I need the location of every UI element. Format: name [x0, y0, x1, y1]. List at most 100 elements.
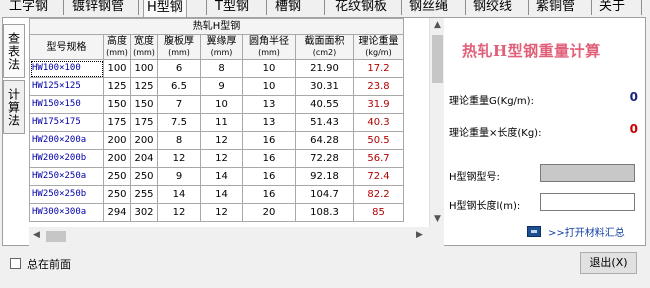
tab-checker-plate[interactable]: 花纹钢板 — [332, 0, 390, 17]
side-tab-table-lookup[interactable]: 查表法 — [3, 24, 25, 78]
cell-model: HW175×175 — [29, 113, 104, 132]
cell-section-area: 104.7 — [295, 185, 354, 204]
cell-model: HW100×100 — [29, 59, 104, 78]
tab-separator — [591, 0, 592, 15]
total-weight-value: 0 — [629, 122, 638, 136]
cell-web-thickness: 14 — [157, 185, 201, 204]
cell-width: 125 — [130, 77, 158, 96]
header-unit: (cm2) — [312, 48, 337, 57]
tab-h-beam[interactable]: H型钢 — [143, 0, 187, 17]
table-row[interactable]: HW175×175 175 175 7.5 11 13 51.43 40.3 — [29, 113, 404, 132]
cell-weight: 31.9 — [353, 95, 404, 114]
h-beam-table: 热轧H型钢 型号规格 高度 (mm) 宽度 (mm) 腹板厚 (mm) 翼缘厚 (mm)… — [29, 18, 404, 222]
cell-height: 175 — [103, 113, 131, 132]
side-tab-calculation[interactable]: 计算法 — [3, 80, 25, 134]
tab-t-beam[interactable]: T型钢 — [212, 0, 252, 17]
total-weight-label: 理论重量×长度(Kg): — [449, 128, 542, 139]
header-flange-thickness[interactable]: 翼缘厚 (mm) — [200, 34, 243, 60]
cell-web-thickness: 6.5 — [157, 77, 201, 96]
header-model[interactable]: 型号规格 — [29, 34, 104, 60]
open-material-summary-link[interactable]: >>打开材料汇总 — [548, 224, 625, 239]
tab-channel-steel[interactable]: 槽钢 — [272, 0, 304, 17]
side-tab-label: 计算法 — [6, 87, 21, 127]
header-height[interactable]: 高度 (mm) — [103, 34, 131, 60]
cell-width: 200 — [130, 131, 158, 150]
header-label: 宽度 — [134, 36, 154, 47]
cell-weight: 72.4 — [353, 167, 404, 186]
scroll-down-icon[interactable]: ▼ — [430, 214, 445, 224]
cell-fillet-radius: 16 — [242, 185, 296, 204]
header-theoretical-weight[interactable]: 理论重量 (kg/m) — [353, 34, 404, 60]
header-label: 翼缘厚 — [206, 36, 237, 47]
length-input[interactable] — [540, 193, 635, 211]
tab-label: 关于 — [599, 0, 626, 14]
table-row[interactable]: HW150×150 150 150 7 10 13 40.55 31.9 — [29, 95, 404, 114]
cell-section-area: 72.28 — [295, 149, 354, 168]
tab-i-beam[interactable]: 工字钢 — [6, 0, 51, 17]
scroll-left-icon[interactable]: ◀ — [29, 230, 44, 240]
tab-about[interactable]: 关于 — [596, 0, 628, 17]
bottom-bar: 总在前面 退出(X) — [0, 246, 650, 288]
cell-model: HW250×250a — [29, 167, 104, 186]
header-unit: (mm) — [133, 48, 155, 57]
table-row[interactable]: HW200×200a 200 200 8 12 16 64.28 50.5 — [29, 131, 404, 150]
tab-wire-rope[interactable]: 钢丝绳 — [406, 0, 451, 17]
cell-fillet-radius: 20 — [242, 203, 296, 222]
cell-flange-thickness: 12 — [200, 149, 243, 168]
table-row[interactable]: HW300×300a 294 302 12 12 20 108.3 85 — [29, 203, 404, 222]
table-header-row: 型号规格 高度 (mm) 宽度 (mm) 腹板厚 (mm) 翼缘厚 (mm) 圆角半径(… — [29, 34, 404, 60]
header-label: 理论重量 — [358, 36, 399, 47]
vertical-scroll-thumb[interactable] — [432, 35, 443, 83]
vertical-scrollbar[interactable]: ▲ ▼ — [429, 18, 444, 227]
tab-galvanized-pipe[interactable]: 镀锌钢管 — [69, 0, 127, 17]
cell-web-thickness: 12 — [157, 203, 201, 222]
header-web-thickness[interactable]: 腹板厚 (mm) — [157, 34, 201, 60]
scroll-right-icon[interactable]: ▶ — [412, 230, 427, 240]
cell-model: HW125×125 — [29, 77, 104, 96]
header-label: 腹板厚 — [164, 36, 194, 47]
report-icon[interactable] — [527, 226, 541, 237]
cell-model: HW200×200b — [29, 149, 104, 168]
tab-label: 紫铜管 — [536, 0, 576, 14]
cell-model: HW300×300a — [29, 203, 104, 222]
always-on-top-label[interactable]: 总在前面 — [27, 256, 71, 272]
cell-flange-thickness: 12 — [200, 203, 243, 222]
horizontal-scroll-thumb[interactable] — [46, 231, 66, 242]
cell-width: 175 — [130, 113, 158, 132]
cell-web-thickness: 6 — [157, 59, 201, 78]
header-section-area[interactable]: 截面面积 (cm2) — [295, 34, 354, 60]
tab-label: 槽钢 — [275, 0, 302, 14]
table-row[interactable]: HW125×125 125 125 6.5 9 10 30.31 23.8 — [29, 77, 404, 96]
h-beam-panel: 查表法 计算法 热轧H型钢 型号规格 高度 (mm) 宽度 (mm) 腹板厚 (mm)… — [2, 17, 646, 246]
header-unit: (mm) — [106, 48, 128, 57]
tab-strand[interactable]: 钢绞线 — [470, 0, 515, 17]
cell-fillet-radius: 10 — [242, 59, 296, 78]
table-row[interactable]: HW250×250a 250 250 9 14 16 92.18 72.4 — [29, 167, 404, 186]
top-tab-strip: 工字钢 镀锌钢管 H型钢 T型钢 槽钢 花纹钢板 钢丝绳 钢绞线 紫铜管 关于 — [0, 0, 650, 17]
tab-copper-pipe[interactable]: 紫铜管 — [533, 0, 578, 17]
weight-per-meter-value: 0 — [629, 90, 638, 104]
tab-separator — [206, 0, 207, 15]
always-on-top-checkbox[interactable] — [10, 258, 21, 269]
tab-separator — [401, 0, 402, 15]
cell-weight: 56.7 — [353, 149, 404, 168]
tab-label: 镀锌钢管 — [72, 0, 125, 14]
cell-flange-thickness: 12 — [200, 131, 243, 150]
table-row[interactable]: HW100×100 100 100 6 8 10 21.90 17.2 — [29, 59, 404, 78]
table-title-row: 热轧H型钢 — [29, 18, 404, 35]
cell-width: 100 — [130, 59, 158, 78]
cell-weight: 40.3 — [353, 113, 404, 132]
exit-button[interactable]: 退出(X) — [580, 252, 637, 274]
cell-flange-thickness: 10 — [200, 95, 243, 114]
cell-flange-thickness: 9 — [200, 77, 243, 96]
cell-section-area: 40.55 — [295, 95, 354, 114]
header-fillet-radius[interactable]: 圆角半径 (mm) — [242, 34, 296, 60]
data-grid[interactable]: 热轧H型钢 型号规格 高度 (mm) 宽度 (mm) 腹板厚 (mm) 翼缘厚 (mm)… — [29, 18, 429, 227]
table-row[interactable]: HW200×200b 200 204 12 12 16 72.28 56.7 — [29, 149, 404, 168]
table-title: 热轧H型钢 — [29, 18, 404, 35]
table-row[interactable]: HW250×250b 250 255 14 14 16 104.7 82.2 — [29, 185, 404, 204]
cell-width: 250 — [130, 167, 158, 186]
horizontal-scrollbar[interactable]: ◀ ▶ — [29, 227, 444, 246]
scroll-up-icon[interactable]: ▲ — [430, 20, 445, 30]
header-width[interactable]: 宽度 (mm) — [130, 34, 158, 60]
